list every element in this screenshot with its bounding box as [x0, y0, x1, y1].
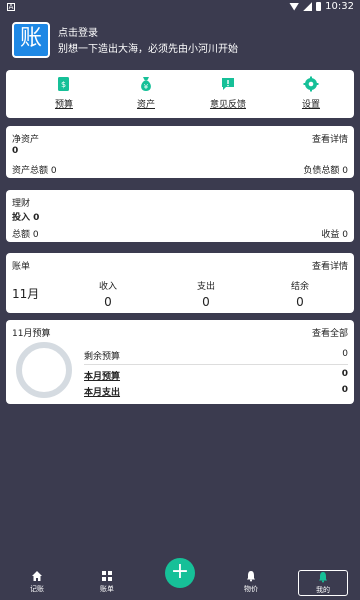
bill-balance: 结余 0 [290, 282, 309, 309]
budget-divider [84, 364, 348, 365]
bill-card[interactable]: 账单 查看详情 11月 收入 0 支出 0 结余 0 [6, 253, 354, 313]
bill-month: 11月 [12, 287, 40, 301]
tab-record[interactable]: 记账 [12, 570, 62, 594]
plus-icon: + [170, 559, 190, 584]
signal-icon [303, 2, 313, 11]
tab-mine[interactable]: 我的 [298, 570, 348, 596]
battery-icon [316, 2, 322, 11]
profile-header[interactable]: 账 点击登录 别想一下造出大海，必须先由小河川开始 [10, 20, 350, 60]
net-assets-value: 0 [12, 146, 19, 156]
finance-total: 总额 0 [12, 230, 39, 240]
status-time: 10:32 [325, 1, 354, 12]
month-budget-value: 0 [341, 369, 348, 379]
bill-title: 账单 [12, 262, 31, 272]
bottom-nav: 记账 账单 + 物价 我的 [0, 558, 360, 600]
quick-menu-card: $ 预算 ¥ 资产 意见反馈 设置 [6, 70, 354, 118]
budget-title: 11月预算 [12, 329, 51, 339]
net-assets-card[interactable]: 净资产 查看详情 0 资产总额 0 负债总额 0 [6, 126, 354, 178]
login-link[interactable]: 点击登录 [58, 24, 98, 39]
total-liabilities: 负债总额 0 [303, 166, 348, 176]
net-assets-title: 净资产 [12, 135, 40, 145]
tab-prices[interactable]: 物价 [226, 570, 276, 594]
feedback-icon [222, 78, 234, 90]
tab-bill[interactable]: 账单 [82, 570, 132, 594]
svg-text:¥: ¥ [144, 83, 149, 91]
motto-text: 别想一下造出大海，必须先由小河川开始 [58, 44, 238, 55]
finance-income: 收益 0 [321, 230, 348, 240]
add-record-button[interactable]: + [165, 558, 195, 588]
home-icon [32, 571, 42, 581]
finance-title: 理财 [12, 199, 31, 209]
menu-item-budget[interactable]: $ 预算 [34, 76, 94, 110]
budget-view-all-link[interactable]: 查看全部 [312, 326, 348, 339]
menu-item-assets[interactable]: ¥ 资产 [116, 76, 176, 110]
menu-item-feedback[interactable]: 意见反馈 [198, 76, 258, 110]
budget-icon: $ [58, 77, 69, 91]
app-logo[interactable]: 账 [12, 22, 50, 58]
remaining-budget-label: 剩余预算 [84, 352, 121, 362]
month-budget-label: 本月预算 [84, 372, 121, 382]
finance-card[interactable]: 理财 投入 0 总额 0 收益 0 [6, 190, 354, 242]
status-bar: A 10:32 [0, 0, 360, 16]
menu-item-settings[interactable]: 设置 [281, 76, 341, 110]
notification-a-icon: A [7, 3, 15, 11]
grid-icon [102, 571, 112, 581]
bill-details-link[interactable]: 查看详情 [312, 259, 348, 272]
total-assets: 资产总额 0 [12, 166, 57, 176]
investment: 投入 0 [12, 213, 40, 223]
month-spent-value: 0 [341, 385, 348, 395]
budget-card[interactable]: 11月预算 查看全部 剩余预算 0 本月预算 0 本月支出 0 [6, 320, 354, 404]
wifi-icon [289, 2, 300, 11]
budget-progress-ring [16, 342, 72, 398]
month-spent-label: 本月支出 [84, 388, 121, 398]
status-icons: 10:32 [289, 1, 354, 12]
svg-text:$: $ [61, 80, 66, 89]
bill-income: 收入 0 [98, 282, 117, 309]
remaining-budget-value: 0 [342, 349, 348, 359]
gear-icon [303, 76, 319, 92]
net-assets-details-link[interactable]: 查看详情 [312, 132, 348, 145]
bell-icon [319, 572, 327, 583]
bell-icon [247, 571, 255, 582]
bill-expense: 支出 0 [196, 282, 215, 309]
money-bag-icon: ¥ [141, 77, 151, 91]
